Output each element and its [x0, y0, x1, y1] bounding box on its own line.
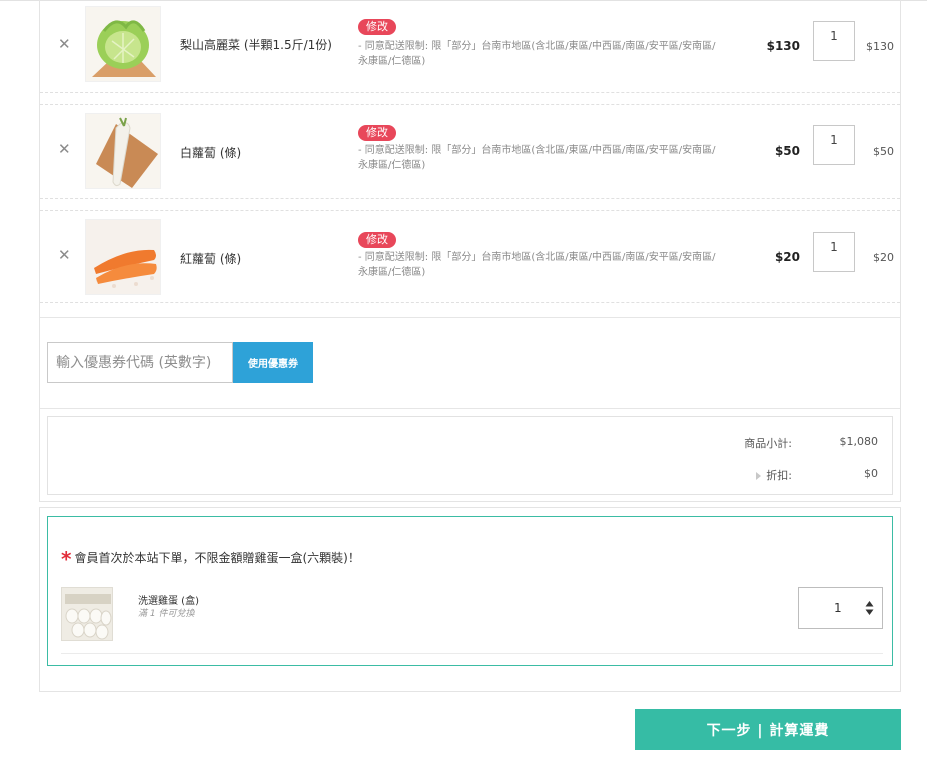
- required-asterisk-icon: *: [61, 547, 72, 571]
- edit-badge[interactable]: 修改: [358, 19, 396, 35]
- quantity-input[interactable]: 1: [813, 21, 855, 61]
- shipping-note: - 同意配送限制: 限「部分」台南市地區(含北區/東區/中西區/南區/安平區/安…: [358, 41, 716, 67]
- discount-label: 折扣:: [766, 469, 792, 482]
- gift-title-text: 會員首次於本站下單，不限金額贈雞蛋一盒(六顆裝)！: [74, 551, 360, 565]
- order-summary: 商品小計: $1,080 折扣: $0: [47, 416, 893, 495]
- section-divider: [40, 317, 900, 318]
- section-divider: [40, 408, 900, 409]
- remove-icon[interactable]: ✕: [58, 142, 71, 157]
- coupon-input[interactable]: [47, 342, 233, 383]
- quantity-input[interactable]: 1: [813, 232, 855, 272]
- row-divider: [40, 198, 900, 199]
- product-name[interactable]: 梨山高麗菜 (半顆1.5斤/1份): [180, 36, 332, 53]
- gift-item-condition: 滿 1 件可兌換: [138, 609, 195, 619]
- shipping-note: - 同意配送限制: 限「部分」台南市地區(含北區/東區/中西區/南區/安平區/安…: [358, 145, 716, 171]
- remove-icon[interactable]: ✕: [58, 248, 71, 263]
- product-name[interactable]: 紅蘿蔔 (條): [180, 250, 241, 267]
- apply-coupon-button[interactable]: 使用優惠券: [233, 342, 313, 383]
- discount-value: $0: [864, 467, 878, 480]
- caret-right-icon: [756, 472, 762, 480]
- unit-price: $130: [766, 39, 800, 53]
- next-step-button[interactable]: 下一步 | 計算運費: [635, 709, 901, 750]
- subtotal-label: 商品小計:: [744, 437, 792, 450]
- gift-item-name: 洗選雞蛋 (盒): [138, 596, 199, 607]
- gift-promo-box: * 會員首次於本站下單，不限金額贈雞蛋一盒(六顆裝)！ 洗選雞蛋 (盒) 滿 1 …: [47, 516, 893, 666]
- unit-price: $50: [774, 144, 800, 158]
- line-total: $50: [873, 145, 894, 158]
- edit-badge[interactable]: 修改: [358, 232, 396, 248]
- line-total: $130: [866, 40, 894, 53]
- carrot-image: [85, 219, 161, 295]
- row-divider: [40, 302, 900, 303]
- cart-panel: ✕ 梨山高麗菜 (半顆1.5斤/1份) 修改 - 同意配送限制: 限「部分」台南…: [39, 0, 901, 502]
- product-name[interactable]: 白蘿蔔 (條): [180, 144, 241, 161]
- eggs-image: [61, 587, 113, 641]
- edit-badge[interactable]: 修改: [358, 125, 396, 141]
- unit-price: $20: [774, 250, 800, 264]
- up-down-arrows-icon: [865, 601, 874, 615]
- cart-item: ✕ 白蘿蔔 (條) 修改 - 同意配送限制: 限「部分」台南市地區(含北區/東區…: [40, 105, 900, 195]
- white-radish-image: [85, 113, 161, 189]
- gift-quantity-select[interactable]: 1: [798, 587, 883, 629]
- shipping-note: - 同意配送限制: 限「部分」台南市地區(含北區/東區/中西區/南區/安平區/安…: [358, 252, 716, 278]
- gift-title: * 會員首次於本站下單，不限金額贈雞蛋一盒(六顆裝)！: [61, 547, 360, 571]
- gift-section: * 會員首次於本站下單，不限金額贈雞蛋一盒(六顆裝)！ 洗選雞蛋 (盒) 滿 1 …: [39, 507, 901, 692]
- remove-icon[interactable]: ✕: [58, 37, 71, 52]
- subtotal-value: $1,080: [839, 435, 879, 448]
- line-total: $20: [873, 251, 894, 264]
- cabbage-image: [85, 6, 161, 82]
- discount-toggle[interactable]: 折扣:: [756, 467, 792, 483]
- row-divider: [40, 92, 900, 93]
- cart-item: ✕ 梨山高麗菜 (半顆1.5斤/1份) 修改 - 同意配送限制: 限「部分」台南…: [40, 0, 900, 90]
- gift-divider: [61, 653, 883, 654]
- gift-quantity-value: 1: [834, 601, 842, 615]
- quantity-input[interactable]: 1: [813, 125, 855, 165]
- cart-item: ✕ 紅蘿蔔 (條) 修改 - 同意配送限制: 限「部分」台南市地區(含北區/東區…: [40, 211, 900, 301]
